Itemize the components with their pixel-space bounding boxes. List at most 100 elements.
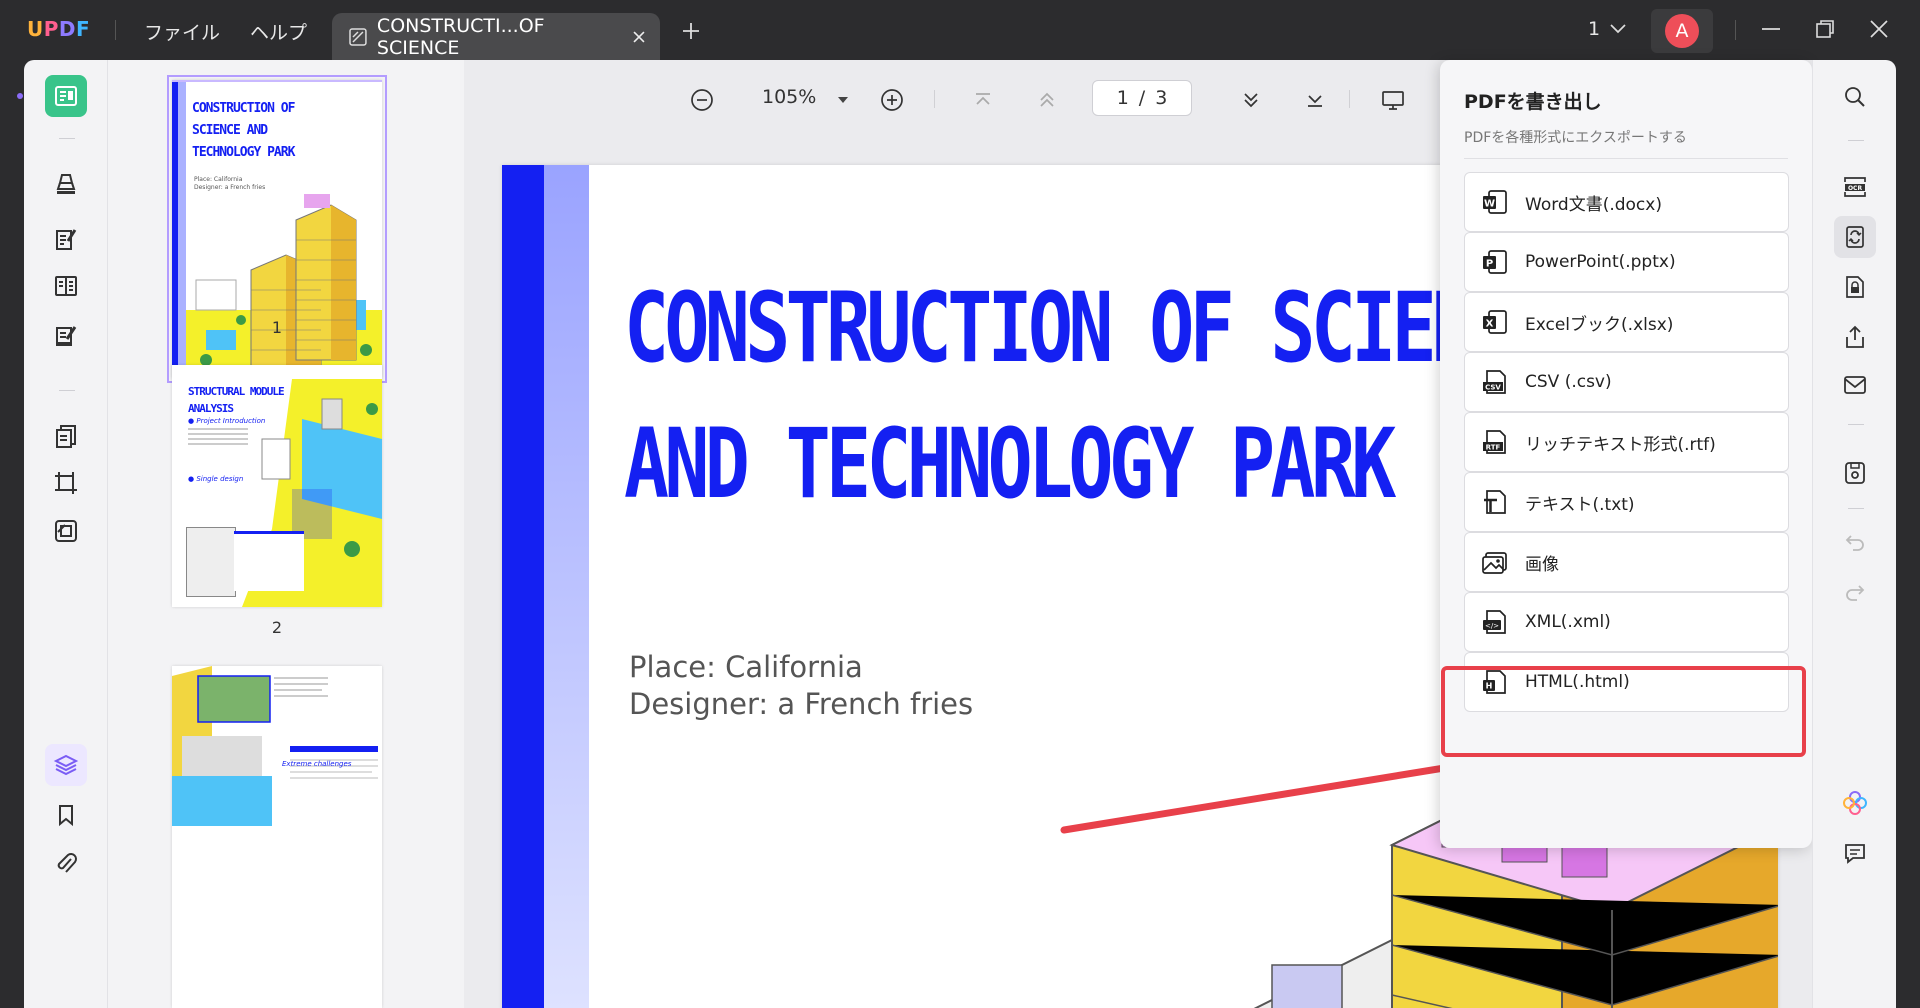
share-button[interactable] bbox=[1834, 316, 1876, 358]
export-rtf-button[interactable]: RTF リッチテキスト形式(.rtf) bbox=[1464, 412, 1789, 472]
export-text-button[interactable]: テキスト(.txt) bbox=[1464, 472, 1789, 532]
document-tab[interactable]: CONSTRUCTI...OF SCIENCE bbox=[332, 13, 660, 60]
redo-icon bbox=[1846, 585, 1865, 601]
menu-help[interactable]: ヘルプ bbox=[250, 18, 307, 45]
close-tab-icon[interactable] bbox=[632, 30, 646, 44]
export-text-label: テキスト(.txt) bbox=[1525, 494, 1635, 515]
comment-icon bbox=[1845, 844, 1865, 864]
svg-text:OCR: OCR bbox=[1848, 185, 1863, 192]
new-tab-icon[interactable] bbox=[680, 20, 702, 42]
page-number-input[interactable]: 1 / 3 bbox=[1092, 80, 1192, 116]
reader-mode-button[interactable] bbox=[45, 75, 87, 117]
save-button[interactable] bbox=[1834, 452, 1876, 494]
export-image-label: 画像 bbox=[1525, 554, 1559, 575]
restore-icon[interactable] bbox=[1814, 18, 1836, 40]
save-icon bbox=[1845, 462, 1865, 484]
reader-icon bbox=[55, 86, 77, 106]
presentation-button[interactable] bbox=[1378, 85, 1408, 115]
bookmarks-button[interactable] bbox=[45, 794, 87, 836]
menu-file[interactable]: ファイル bbox=[144, 18, 220, 45]
rail-separator bbox=[59, 390, 75, 391]
export-powerpoint-button[interactable]: P PowerPoint(.pptx) bbox=[1464, 232, 1789, 292]
account-button[interactable]: A bbox=[1651, 9, 1713, 53]
title-bar: UPDF ファイル ヘルプ CONSTRUCTI...OF SCIENCE 1 … bbox=[0, 0, 1920, 60]
comments-list-button[interactable] bbox=[1834, 832, 1876, 874]
thumbnail-number-2: 2 bbox=[271, 618, 283, 637]
organize-tool-button[interactable] bbox=[45, 265, 87, 307]
page-blue-bar bbox=[502, 165, 544, 1008]
thumb-2-diagram bbox=[186, 527, 236, 597]
layers-copy-icon bbox=[55, 520, 77, 542]
protect-button[interactable] bbox=[1834, 266, 1876, 308]
edit-tool-button[interactable] bbox=[45, 218, 87, 260]
xml-icon: </> bbox=[1483, 610, 1506, 634]
search-button[interactable] bbox=[1834, 76, 1876, 118]
zoom-level[interactable]: 105% bbox=[762, 86, 816, 108]
batch-tool-button[interactable] bbox=[45, 510, 87, 552]
ai-assistant-button[interactable] bbox=[1834, 782, 1876, 824]
minimize-icon[interactable] bbox=[1760, 18, 1782, 40]
edit-doc-icon bbox=[349, 27, 367, 46]
xml-highlight-box bbox=[1441, 666, 1806, 757]
thumb-2-caption-box bbox=[234, 531, 304, 591]
export-csv-button[interactable]: CSV CSV (.csv) bbox=[1464, 352, 1789, 412]
thumbnail-number-1: 1 bbox=[271, 318, 283, 337]
window-edge bbox=[1896, 60, 1920, 1008]
export-divider bbox=[1464, 158, 1788, 159]
comment-tool-button[interactable] bbox=[45, 163, 87, 205]
title-separator bbox=[115, 20, 116, 40]
ocr-icon: OCR bbox=[1844, 177, 1866, 197]
zoom-dropdown-button[interactable] bbox=[828, 85, 858, 115]
right-tool-rail: OCR bbox=[1812, 60, 1896, 1008]
layers-panel-button[interactable] bbox=[45, 744, 87, 786]
zoom-out-button[interactable] bbox=[687, 85, 717, 115]
document-designer: Designer: a French fries bbox=[629, 687, 974, 721]
tab-title: CONSTRUCTI...OF SCIENCE bbox=[376, 14, 545, 59]
thumbnail-page-2[interactable]: STRUCTURAL MODULE ANALYSIS ● Project Int… bbox=[172, 365, 382, 607]
text-icon bbox=[1484, 490, 1506, 514]
prev-page-button[interactable] bbox=[1032, 85, 1062, 115]
export-image-button[interactable]: 画像 bbox=[1464, 532, 1789, 592]
powerpoint-icon: P bbox=[1483, 250, 1507, 274]
updf-logo[interactable]: UPDF bbox=[27, 17, 90, 41]
image-icon bbox=[1482, 552, 1507, 574]
email-button[interactable] bbox=[1834, 364, 1876, 406]
excel-icon: X bbox=[1483, 310, 1507, 334]
form-tool-button[interactable] bbox=[45, 314, 87, 356]
share-icon bbox=[1846, 325, 1864, 348]
rail-separator bbox=[1848, 424, 1864, 425]
convert-icon bbox=[1846, 226, 1864, 248]
first-page-button[interactable] bbox=[968, 85, 998, 115]
rtf-icon: RTF bbox=[1483, 430, 1506, 454]
crop-tool-button[interactable] bbox=[45, 462, 87, 504]
document-title: CONSTRUCTION OF SCIENCE AND TECHNOLOGY P… bbox=[624, 260, 1558, 532]
caret-down-icon bbox=[838, 97, 848, 103]
last-page-icon bbox=[1308, 95, 1322, 107]
thumbnail-page-3[interactable]: Extreme challenges bbox=[172, 666, 382, 1008]
undo-button[interactable] bbox=[1834, 522, 1876, 564]
svg-text:CSV: CSV bbox=[1485, 384, 1501, 392]
page-gradient-bar bbox=[544, 165, 589, 1008]
export-excel-button[interactable]: X Excelブック(.xlsx) bbox=[1464, 292, 1789, 352]
convert-pdf-button[interactable] bbox=[1834, 216, 1876, 258]
thumb-selected-marker bbox=[172, 80, 382, 82]
attachments-button[interactable] bbox=[45, 843, 87, 885]
export-panel-subtitle: PDFを各種形式にエクスポートする bbox=[1464, 130, 1687, 146]
export-xml-button[interactable]: </> XML(.xml) bbox=[1464, 592, 1789, 652]
zoom-in-button[interactable] bbox=[877, 85, 907, 115]
next-page-button[interactable] bbox=[1236, 85, 1266, 115]
zoom-in-icon bbox=[881, 89, 903, 111]
last-page-button[interactable] bbox=[1300, 85, 1330, 115]
ocr-button[interactable]: OCR bbox=[1834, 166, 1876, 208]
export-rtf-label: リッチテキスト形式(.rtf) bbox=[1525, 434, 1716, 455]
redo-button[interactable] bbox=[1834, 572, 1876, 614]
thumb-3-section: Extreme challenges bbox=[282, 760, 352, 768]
thumb-3-illustration bbox=[172, 666, 378, 826]
export-word-button[interactable]: W Word文書(.docx) bbox=[1464, 172, 1789, 232]
pages-tool-button[interactable] bbox=[45, 415, 87, 457]
close-window-icon[interactable] bbox=[1868, 18, 1890, 40]
page-count-selector[interactable]: 1 bbox=[1588, 18, 1626, 40]
export-csv-label: CSV (.csv) bbox=[1525, 372, 1612, 392]
organize-pages-icon bbox=[55, 276, 77, 296]
export-xml-label: XML(.xml) bbox=[1525, 612, 1611, 632]
